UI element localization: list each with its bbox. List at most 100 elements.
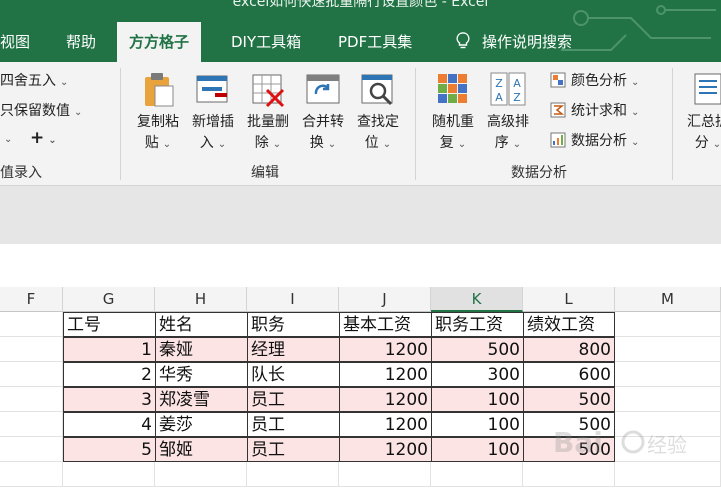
- column-header-j[interactable]: J: [339, 287, 431, 312]
- table-cell[interactable]: 4: [63, 412, 156, 437]
- group-label-edit: 编辑: [251, 165, 279, 181]
- table-cell[interactable]: 1200: [339, 412, 432, 437]
- column-header-g[interactable]: G: [63, 287, 155, 312]
- table-cell[interactable]: 600: [523, 362, 615, 387]
- chevron-down-icon: ⌄: [60, 77, 69, 88]
- tab-fangfanggezi[interactable]: 方方格子: [117, 22, 202, 62]
- misc-dropdown[interactable]: ⌄: [0, 130, 12, 146]
- random-repeat-button[interactable]: 随机重 复 ⌄: [427, 70, 479, 155]
- cell-empty[interactable]: [247, 462, 339, 487]
- table-cell[interactable]: 1200: [339, 362, 432, 387]
- column-header-k[interactable]: K: [431, 287, 523, 312]
- cell-empty[interactable]: [615, 337, 721, 362]
- insert-button[interactable]: 新增插 入 ⌄: [187, 70, 239, 155]
- table-cell[interactable]: 郑凌雪: [155, 387, 248, 412]
- copy-paste-label-2: 贴: [144, 135, 159, 151]
- data-analysis-icon: [550, 132, 566, 148]
- cell-empty[interactable]: [63, 462, 155, 487]
- tab-view[interactable]: 视图: [0, 22, 30, 62]
- table-cell[interactable]: 100: [431, 437, 524, 462]
- advanced-sort-button[interactable]: Z A A Z 高级排 序 ⌄: [482, 70, 534, 155]
- column-header-f[interactable]: F: [0, 287, 63, 312]
- header-cell-title[interactable]: 职务: [247, 312, 340, 337]
- column-header-m[interactable]: M: [615, 287, 721, 312]
- cell-empty[interactable]: [0, 337, 63, 362]
- table-cell[interactable]: 1: [63, 337, 156, 362]
- group-separator: [415, 68, 416, 180]
- find-label-1: 查找定: [357, 114, 399, 130]
- cell-empty[interactable]: [0, 387, 63, 412]
- table-cell[interactable]: 员工: [247, 437, 340, 462]
- cell-empty[interactable]: [339, 462, 431, 487]
- round-button[interactable]: 四舍五入 ⌄: [0, 70, 68, 90]
- color-analysis-button[interactable]: 颜色分析 ⌄: [550, 70, 639, 90]
- data-analysis-button[interactable]: 数据分析 ⌄: [550, 130, 639, 150]
- batch-delete-button[interactable]: 批量删 除 ⌄: [242, 70, 294, 155]
- header-cell-performance-salary[interactable]: 绩效工资: [523, 312, 615, 337]
- table-cell[interactable]: 500: [431, 337, 524, 362]
- table-cell[interactable]: 1200: [339, 387, 432, 412]
- cell-empty[interactable]: [0, 437, 63, 462]
- header-cell-base-salary[interactable]: 基本工资: [339, 312, 432, 337]
- table-cell[interactable]: 100: [431, 387, 524, 412]
- table-cell[interactable]: 经理: [247, 337, 340, 362]
- column-header-i[interactable]: I: [247, 287, 339, 312]
- summary-split-button[interactable]: 汇总拆 分⌄: [682, 70, 721, 155]
- merge-convert-button[interactable]: 合并转 换 ⌄: [297, 70, 349, 155]
- cell-empty[interactable]: [615, 312, 721, 337]
- header-cell-id[interactable]: 工号: [63, 312, 156, 337]
- table-cell[interactable]: 1200: [339, 337, 432, 362]
- insert-rows-icon: [196, 75, 228, 103]
- tab-diy-toolbox[interactable]: DIY工具箱: [231, 22, 301, 62]
- table-cell[interactable]: 100: [431, 412, 524, 437]
- delete-grid-icon: [252, 74, 285, 108]
- cell-empty[interactable]: [615, 387, 721, 412]
- plus-button[interactable]: + ⌄: [30, 128, 57, 148]
- table-cell[interactable]: 1200: [339, 437, 432, 462]
- table-cell[interactable]: 华秀: [155, 362, 248, 387]
- table-cell[interactable]: 秦娅: [155, 337, 248, 362]
- column-header-h[interactable]: H: [155, 287, 247, 312]
- baidu-jingyan-watermark: Bai 经验: [553, 426, 687, 459]
- stat-sum-button[interactable]: 统计求和 ⌄: [550, 100, 639, 120]
- cell-empty[interactable]: [155, 462, 247, 487]
- column-header-l[interactable]: L: [523, 287, 615, 312]
- table-cell[interactable]: 员工: [247, 387, 340, 412]
- chevron-down-icon: ⌄: [74, 107, 83, 118]
- chevron-down-icon: ⌄: [457, 139, 467, 150]
- table-cell[interactable]: 员工: [247, 412, 340, 437]
- table-cell[interactable]: 800: [523, 337, 615, 362]
- random-label-1: 随机重: [432, 114, 474, 130]
- cell-empty[interactable]: [0, 412, 63, 437]
- cell-empty[interactable]: [0, 312, 63, 337]
- table-cell[interactable]: 300: [431, 362, 524, 387]
- sort-glyph-a2: A: [513, 77, 521, 90]
- cell-empty[interactable]: [615, 362, 721, 387]
- cell-empty[interactable]: [431, 462, 523, 487]
- find-locate-button[interactable]: 查找定 位 ⌄: [352, 70, 404, 155]
- sort-glyph-z2: Z: [513, 91, 521, 104]
- tab-help[interactable]: 帮助: [66, 22, 96, 62]
- keep-values-button[interactable]: 只保留数值 ⌄: [0, 100, 82, 120]
- round-label: 四舍五入: [0, 73, 56, 89]
- merge-label-2: 换: [309, 135, 324, 151]
- copy-paste-button[interactable]: 复制粘 贴 ⌄: [132, 70, 184, 155]
- cell-empty[interactable]: [0, 462, 63, 487]
- chevron-down-icon: ⌄: [327, 139, 337, 150]
- tab-search[interactable]: 操作说明搜索: [456, 22, 572, 62]
- table-cell[interactable]: 500: [523, 387, 615, 412]
- tab-pdf-toolset[interactable]: PDF工具集: [338, 22, 412, 62]
- color-analysis-icon: [550, 72, 566, 88]
- cell-empty[interactable]: [0, 362, 63, 387]
- table-cell[interactable]: 3: [63, 387, 156, 412]
- table-cell[interactable]: 队长: [247, 362, 340, 387]
- merge-label-1: 合并转: [302, 114, 344, 130]
- table-cell[interactable]: 姜莎: [155, 412, 248, 437]
- table-cell[interactable]: 2: [63, 362, 156, 387]
- magnifier-icon: [361, 74, 393, 106]
- table-cell[interactable]: 5: [63, 437, 156, 462]
- insert-label-1: 新增插: [192, 114, 234, 130]
- header-cell-position-salary[interactable]: 职务工资: [431, 312, 524, 337]
- header-cell-name[interactable]: 姓名: [155, 312, 248, 337]
- table-cell[interactable]: 邹姬: [155, 437, 248, 462]
